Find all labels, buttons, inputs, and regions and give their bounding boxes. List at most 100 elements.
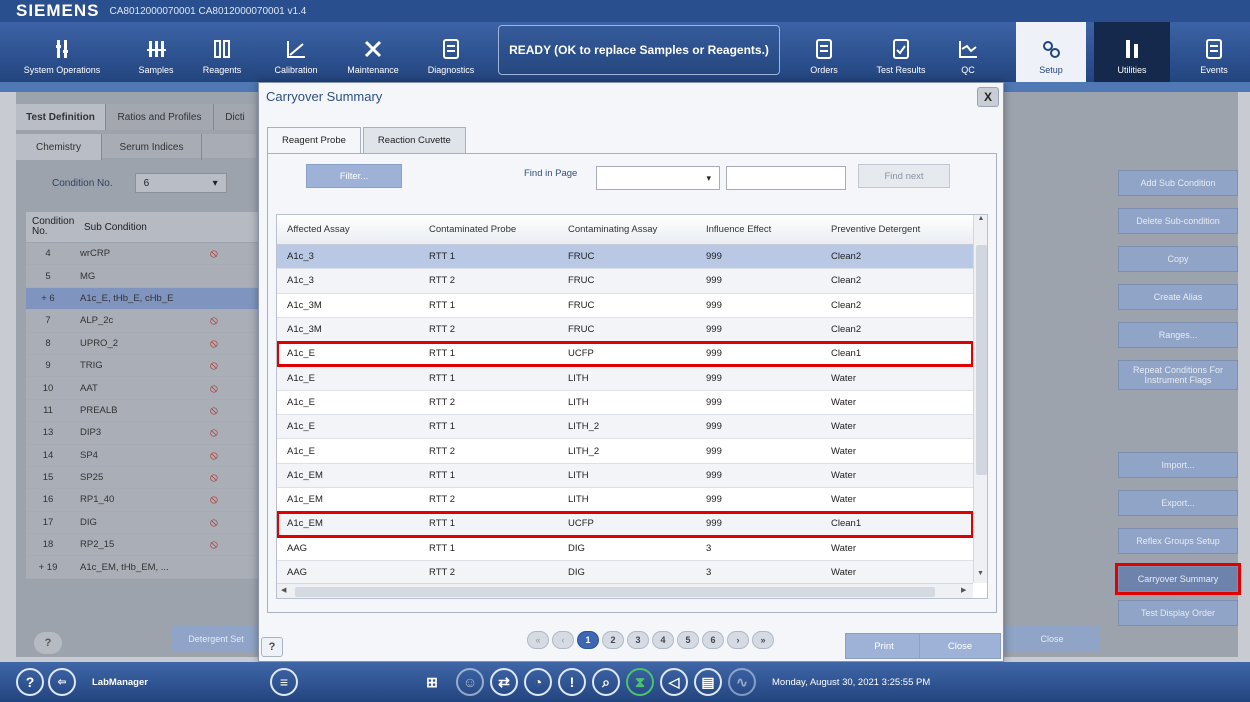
table-row[interactable]: A1c_E RTT 1 LITH 999 Water xyxy=(277,366,973,391)
scroll-up-icon[interactable]: ▲ xyxy=(974,215,987,222)
condition-row[interactable]: 18 RP2_15 ⦸ xyxy=(26,534,258,557)
table-row[interactable]: A1c_E RTT 2 LITH 999 Water xyxy=(277,391,973,416)
condition-row[interactable]: 11 PREALB ⦸ xyxy=(26,399,258,423)
dialog-close-button[interactable]: Close xyxy=(919,633,1001,659)
table-row[interactable]: A1c_3 RTT 2 FRUC 999 Clean2 xyxy=(277,269,973,294)
network-icon[interactable]: ⊞ xyxy=(418,668,446,696)
clipboard-icon[interactable]: ≡ xyxy=(270,668,298,696)
toolbar-events-button[interactable]: Events xyxy=(1186,22,1242,82)
hourglass-icon[interactable]: ⧗ xyxy=(626,668,654,696)
tab-reaction-cuvette[interactable]: Reaction Cuvette xyxy=(362,127,466,153)
logout-icon[interactable]: ⇦ xyxy=(48,668,76,696)
table-row-highlighted[interactable]: A1c_E RTT 1 UCFP 999 Clean1 xyxy=(277,341,974,368)
condition-row[interactable]: 7 ALP_2c ⦸ xyxy=(26,310,258,333)
toolbar-samples-button[interactable]: Samples xyxy=(118,22,194,82)
carryover-summary-button[interactable]: Carryover Summary xyxy=(1115,563,1241,595)
condition-row[interactable]: 14 SP4 ⦸ xyxy=(26,444,258,467)
ranges-button[interactable]: Ranges... xyxy=(1118,322,1238,348)
page-button[interactable]: 4 xyxy=(652,631,674,649)
search-icon[interactable]: ⌕ xyxy=(592,668,620,696)
toolbar-system-operations-button[interactable]: System Operations xyxy=(14,22,110,82)
repeat-conditions-button[interactable]: Repeat Conditions For Instrument Flags xyxy=(1118,360,1238,390)
page-button[interactable]: 6 xyxy=(702,631,724,649)
condition-row[interactable]: 8 UPRO_2 ⦸ xyxy=(26,332,258,355)
toolbar-reagents-button[interactable]: Reagents xyxy=(192,22,252,82)
page-button[interactable]: 3 xyxy=(627,631,649,649)
table-vertical-scrollbar[interactable]: ▲ ▼ xyxy=(973,215,987,583)
find-input[interactable] xyxy=(726,166,846,190)
last-page-icon[interactable]: » xyxy=(752,631,774,649)
toolbar-test-results-button[interactable]: Test Results xyxy=(864,22,938,82)
delete-sub-condition-button[interactable]: Delete Sub-condition xyxy=(1118,208,1238,234)
table-row[interactable]: A1c_EM RTT 1 LITH 999 Water xyxy=(277,463,973,488)
condition-row[interactable]: 16 RP1_40 ⦸ xyxy=(26,489,258,512)
table-horizontal-scrollbar[interactable]: ◀ ▶ xyxy=(277,583,973,598)
horizontal-scroll-thumb[interactable] xyxy=(295,587,935,597)
condition-row[interactable]: + 6 A1c_E, tHb_E, cHb_E xyxy=(26,287,258,311)
condition-row[interactable]: 10 AAT ⦸ xyxy=(26,377,258,400)
copy-button[interactable]: Copy xyxy=(1118,246,1238,272)
tab-reagent-probe[interactable]: Reagent Probe xyxy=(267,127,361,153)
tab-test-definition[interactable]: Test Definition xyxy=(16,104,106,130)
tab-dictionary[interactable]: Dicti xyxy=(214,104,256,130)
create-alias-button[interactable]: Create Alias xyxy=(1118,284,1238,310)
column-contaminating-assay[interactable]: Contaminating Assay xyxy=(558,224,696,235)
toolbar-diagnostics-button[interactable]: Diagnostics xyxy=(418,22,484,82)
scroll-left-icon[interactable]: ◀ xyxy=(281,586,286,594)
condition-row[interactable]: 9 TRIG ⦸ xyxy=(26,354,258,378)
condition-row[interactable]: 15 SP25 ⦸ xyxy=(26,466,258,490)
page-button[interactable]: 1 xyxy=(577,631,599,649)
test-display-order-button[interactable]: Test Display Order xyxy=(1118,600,1238,626)
table-row[interactable]: A1c_E RTT 2 LITH_2 999 Water xyxy=(277,439,973,464)
alert-icon[interactable]: ! xyxy=(558,668,586,696)
table-row[interactable]: A1c_3M RTT 1 FRUC 999 Clean2 xyxy=(277,294,973,318)
scroll-down-icon[interactable]: ▼ xyxy=(977,570,984,577)
toolbar-maintenance-button[interactable]: Maintenance xyxy=(338,22,408,82)
table-row[interactable]: A1c_3M RTT 2 FRUC 999 Clean2 xyxy=(277,317,973,343)
page-button[interactable]: 2 xyxy=(602,631,624,649)
detergent-set-button[interactable]: Detergent Set xyxy=(172,626,260,652)
next-page-icon[interactable]: › xyxy=(727,631,749,649)
condition-row[interactable]: 5 MG xyxy=(26,265,258,288)
condition-dropdown[interactable]: 6 ▾ xyxy=(134,173,227,193)
background-close-button[interactable]: Close xyxy=(1004,626,1100,652)
table-row[interactable]: AAG RTT 2 DIG 3 Water xyxy=(277,560,973,586)
column-contaminated-probe[interactable]: Contaminated Probe xyxy=(419,224,558,235)
table-row[interactable]: A1c_EM RTT 2 LITH 999 Water xyxy=(277,488,973,513)
column-influence-effect[interactable]: Influence Effect xyxy=(696,224,821,235)
dialog-help-button[interactable]: ? xyxy=(261,637,283,657)
import-button[interactable]: Import... xyxy=(1118,452,1238,478)
reagent-alert-icon[interactable]: ▤ xyxy=(694,668,722,696)
tab-chemistry[interactable]: Chemistry xyxy=(16,134,102,160)
find-next-button[interactable]: Find next xyxy=(858,164,950,188)
column-affected-assay[interactable]: Affected Assay xyxy=(277,224,419,235)
tab-ratios-and-profiles[interactable]: Ratios and Profiles xyxy=(106,104,214,130)
toolbar-calibration-button[interactable]: Calibration xyxy=(266,22,326,82)
table-row[interactable]: AAG RTT 1 DIG 3 Water xyxy=(277,537,973,561)
add-sub-condition-button[interactable]: Add Sub Condition xyxy=(1118,170,1238,196)
reflex-groups-setup-button[interactable]: Reflex Groups Setup xyxy=(1118,528,1238,554)
operator-icon[interactable]: ☺ xyxy=(456,668,484,696)
toolbar-qc-button[interactable]: QC xyxy=(948,22,988,82)
filter-button[interactable]: Filter... xyxy=(306,164,402,188)
table-row-highlighted[interactable]: A1c_EM RTT 1 UCFP 999 Clean1 xyxy=(277,511,974,538)
previous-page-icon[interactable]: ‹ xyxy=(552,631,574,649)
vertical-scroll-thumb[interactable] xyxy=(976,245,987,475)
condition-row[interactable]: + 19 A1c_EM, tHb_EM, ... xyxy=(26,556,258,579)
first-page-icon[interactable]: « xyxy=(527,631,549,649)
background-help-button[interactable]: ? xyxy=(34,632,62,654)
page-button[interactable]: 5 xyxy=(677,631,699,649)
lis-connection-icon[interactable]: ⇄ xyxy=(490,668,518,696)
heartbeat-icon[interactable]: ∿ xyxy=(728,668,756,696)
speaker-icon[interactable]: ◁ xyxy=(660,668,688,696)
table-row[interactable]: A1c_3 RTT 1 FRUC 999 Clean2 xyxy=(277,245,973,270)
dialog-close-x-button[interactable]: X xyxy=(977,87,999,107)
toolbar-orders-button[interactable]: Orders xyxy=(800,22,848,82)
condition-row[interactable]: 13 DIP3 ⦸ xyxy=(26,422,258,445)
find-column-dropdown[interactable]: ▾ xyxy=(596,166,720,190)
help-icon[interactable]: ? xyxy=(16,668,44,696)
tab-serum-indices[interactable]: Serum Indices xyxy=(102,134,202,160)
toolbar-setup-button[interactable]: Setup xyxy=(1016,22,1086,82)
column-preventive-detergent[interactable]: Preventive Detergent xyxy=(821,224,973,235)
toolbar-utilities-button[interactable]: Utilities xyxy=(1094,22,1170,82)
